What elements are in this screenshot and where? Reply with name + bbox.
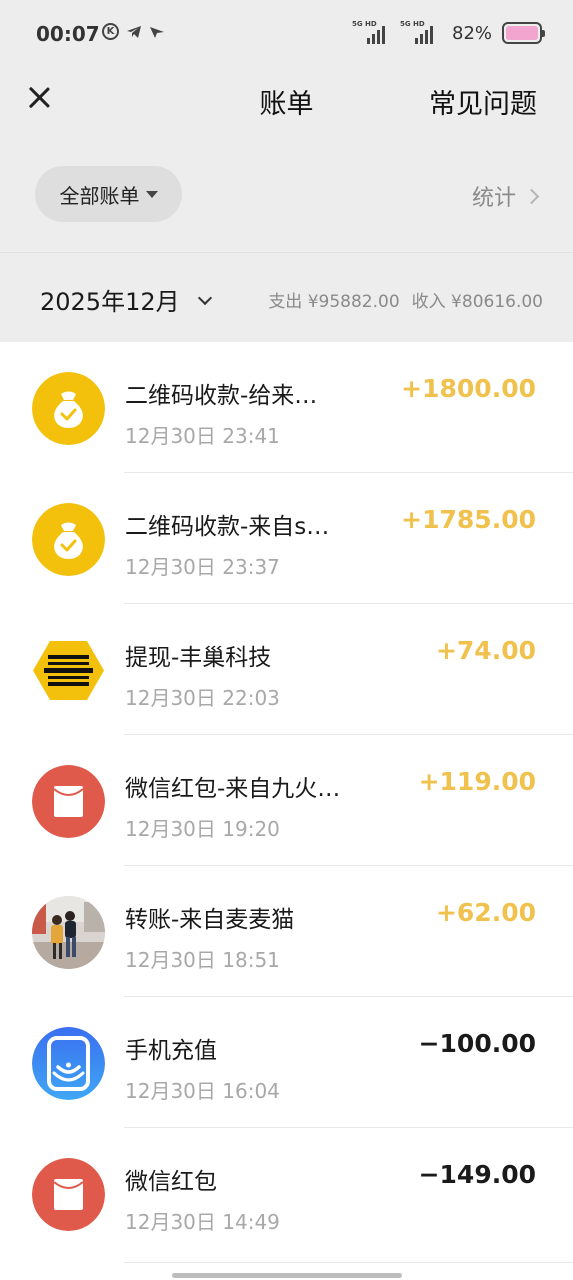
divider xyxy=(0,252,573,253)
home-indicator[interactable] xyxy=(172,1273,402,1278)
expense-total: 支出 ¥95882.00 xyxy=(268,292,400,312)
transaction-amount: −100.00 xyxy=(418,1029,536,1058)
telegram-icon xyxy=(127,25,141,38)
status-bar: 00:07 K 5G HD 5G HD 82% xyxy=(0,0,573,70)
moneybag-icon xyxy=(32,503,105,576)
transaction-title: 转账-来自麦麦猫 xyxy=(125,907,295,933)
transaction-list: 二维码收款-给来… 12月30日 23:41 +1800.00 二维码收款-来自… xyxy=(0,342,573,1259)
chevron-right-icon xyxy=(523,188,540,204)
location-arrow-icon xyxy=(150,26,164,38)
status-system-icons: 5G HD 5G HD 82% xyxy=(352,20,546,46)
transaction-amount: +1800.00 xyxy=(401,374,536,403)
faq-link[interactable]: 常见问题 xyxy=(429,82,537,121)
chevron-down-icon xyxy=(197,290,212,305)
red-packet-icon xyxy=(32,1158,105,1231)
transaction-title: 手机充值 xyxy=(125,1038,217,1064)
transaction-row[interactable]: 转账-来自麦麦猫 12月30日 18:51 +62.00 xyxy=(0,866,573,997)
transaction-row[interactable]: 微信红包 12月30日 14:49 −149.00 xyxy=(0,1128,573,1259)
transaction-amount: −149.00 xyxy=(418,1160,536,1189)
statistics-link[interactable]: 统计 xyxy=(471,180,540,212)
phone-recharge-icon xyxy=(32,1027,105,1100)
income-total: 收入 ¥80616.00 xyxy=(411,292,543,312)
battery-percent: 82% xyxy=(452,22,493,44)
caret-down-icon xyxy=(145,190,158,198)
battery-icon xyxy=(502,22,546,44)
hive-logo-icon xyxy=(32,634,105,707)
bill-filter-label: 全部账单 xyxy=(59,183,140,208)
k-circle-icon: K xyxy=(102,23,119,40)
transaction-row[interactable]: 二维码收款-给来… 12月30日 23:41 +1800.00 xyxy=(0,342,573,473)
month-summary: 支出 ¥95882.00 收入 ¥80616.00 xyxy=(268,287,543,312)
transaction-title: 二维码收款-来自s… xyxy=(125,514,330,540)
divider xyxy=(124,1262,573,1263)
statistics-label: 统计 xyxy=(471,186,516,211)
transaction-time: 12月30日 23:37 xyxy=(125,555,280,579)
user-photo-avatar xyxy=(32,896,105,969)
red-packet-icon xyxy=(32,765,105,838)
transaction-time: 12月30日 16:04 xyxy=(125,1079,280,1103)
transaction-time: 12月30日 23:41 xyxy=(125,424,280,448)
status-notification-icons: K xyxy=(102,23,165,40)
transaction-time: 12月30日 22:03 xyxy=(125,686,280,710)
signal-sim1-icon: 5G HD xyxy=(352,20,390,46)
transaction-amount: +1785.00 xyxy=(401,505,536,534)
month-label: 2025年12月 xyxy=(40,288,180,316)
bill-filter-dropdown[interactable]: 全部账单 xyxy=(35,166,182,222)
transaction-amount: +74.00 xyxy=(435,636,536,665)
signal-sim2-icon: 5G HD xyxy=(400,20,438,46)
transaction-time: 12月30日 19:20 xyxy=(125,817,280,841)
transaction-time: 12月30日 18:51 xyxy=(125,948,280,972)
status-time: 00:07 xyxy=(36,22,100,46)
transaction-title: 微信红包 xyxy=(125,1169,217,1195)
month-selector[interactable]: 2025年12月 xyxy=(40,282,212,317)
transaction-title: 微信红包-来自九火… xyxy=(125,776,341,802)
transaction-title: 二维码收款-给来… xyxy=(125,383,318,409)
transaction-row[interactable]: 二维码收款-来自s… 12月30日 23:37 +1785.00 xyxy=(0,473,573,604)
transaction-amount: +62.00 xyxy=(435,898,536,927)
moneybag-icon xyxy=(32,372,105,445)
transaction-row[interactable]: 微信红包-来自九火… 12月30日 19:20 +119.00 xyxy=(0,735,573,866)
transaction-amount: +119.00 xyxy=(418,767,536,796)
transaction-row[interactable]: 手机充值 12月30日 16:04 −100.00 xyxy=(0,997,573,1128)
transaction-time: 12月30日 14:49 xyxy=(125,1210,280,1234)
transaction-title: 提现-丰巢科技 xyxy=(125,645,272,671)
transaction-row[interactable]: 提现-丰巢科技 12月30日 22:03 +74.00 xyxy=(0,604,573,735)
